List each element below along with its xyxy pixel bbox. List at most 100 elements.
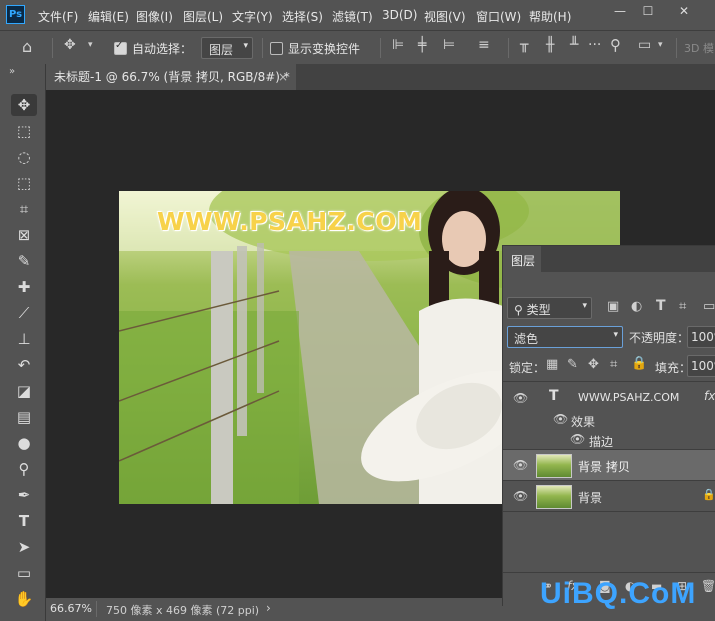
delete-layer-icon[interactable]: 🗑 [701,579,715,593]
workspace-icon[interactable]: ▭ [638,37,651,53]
distribute-icon[interactable]: ≡ [478,37,490,53]
layer-row-background-copy[interactable]: 👁 背景 拷贝 [503,450,715,480]
menu-bar: Ps 文件(F) 编辑(E) 图像(I) 图层(L) 文字(Y) 选择(S) 滤… [0,0,715,30]
filter-pixel-icon[interactable]: ▣ [607,299,619,314]
move-tool-icon[interactable]: ✥ [11,94,37,116]
quick-select-tool-icon[interactable]: ⬚ [11,172,37,194]
lock-icon: 🔒 [702,488,715,501]
auto-select-checkbox[interactable] [114,40,127,55]
align-left-icon[interactable]: ⊫ [392,37,404,53]
chevron-down-icon[interactable]: ▾ [658,40,663,50]
align-center-icon[interactable]: ╪ [418,37,426,53]
close-window-button[interactable]: ✕ [676,4,692,20]
align-right-icon[interactable]: ⊨ [443,37,455,53]
healing-brush-icon[interactable]: ✚ [11,276,37,298]
dodge-tool-icon[interactable]: ⚲ [11,458,37,480]
chevron-down-icon: ▾ [613,330,618,340]
brush-tool-icon[interactable]: ⟋ [11,302,37,324]
lock-all-icon[interactable]: 🔒 [631,356,647,371]
layer-name: WWW.PSAHZ.COM [578,391,680,404]
fill-field[interactable]: 100% [687,355,715,377]
layers-tab[interactable]: 图层 [503,246,541,272]
hand-tool-icon[interactable]: ✋ [11,588,37,610]
layer-effects-row[interactable]: 👁 效果 [503,409,715,429]
visibility-eye-icon[interactable]: 👁 [513,489,528,503]
tab-close-icon[interactable]: × [278,64,288,90]
layers-panel: 图层 ⚲ 类型 ▾ ▣ ◐ T ⌗ ▭ 滤色 ▾ 不透明度： 100% 锁定： … [502,245,715,607]
menu-window[interactable]: 窗口(W) [476,8,521,25]
move-tool-icon[interactable]: ✥ [64,37,76,53]
blend-mode-dropdown[interactable]: 滤色 ▾ [507,326,623,348]
auto-select-target-dropdown[interactable]: 图层 ▾ [201,37,253,59]
eyedropper-tool-icon[interactable]: ✎ [11,250,37,272]
maximize-button[interactable]: ☐ [640,4,656,20]
eraser-tool-icon[interactable]: ◪ [11,380,37,402]
marquee-tool-icon[interactable]: ⬚ [11,120,37,142]
align-middle-icon[interactable]: ╫ [546,37,554,53]
menu-image[interactable]: 图像(I) [136,8,173,25]
visibility-eye-icon[interactable]: 👁 [513,391,528,405]
layer-row-background[interactable]: 👁 背景 🔒 [503,481,715,511]
menu-select[interactable]: 选择(S) [282,8,323,25]
gradient-tool-icon[interactable]: ▤ [11,406,37,428]
pen-tool-icon[interactable]: ✒ [11,484,37,506]
menu-layer[interactable]: 图层(L) [183,8,223,25]
visibility-eye-icon[interactable]: 👁 [513,458,528,472]
crop-tool-icon[interactable]: ⌗ [11,198,37,220]
lock-artboard-icon[interactable]: ⌗ [610,357,617,372]
menu-edit[interactable]: 编辑(E) [88,8,129,25]
type-tool-icon[interactable]: T [11,510,37,532]
lock-transparent-icon[interactable]: ▦ [546,357,558,372]
filter-type-icon[interactable]: T [656,298,666,314]
menu-filter[interactable]: 滤镜(T) [332,8,373,25]
lock-label: 锁定： [509,361,546,375]
minimize-button[interactable]: — [612,4,628,20]
filter-shape-icon[interactable]: ⌗ [679,299,686,314]
site-watermark: UiBQ.CoM [540,577,697,610]
stamp-tool-icon[interactable]: ⊥ [11,328,37,350]
layer-effect-stroke-row[interactable]: 👁 描边 [503,429,715,449]
visibility-eye-icon[interactable]: 👁 [570,432,585,446]
chevron-down-icon[interactable]: ▾ [88,40,93,50]
lasso-tool-icon[interactable]: ◌ [11,146,37,168]
path-select-tool-icon[interactable]: ➤ [11,536,37,558]
align-bottom-icon[interactable]: ╨ [570,37,578,53]
history-brush-icon[interactable]: ↶ [11,354,37,376]
layer-thumbnail [536,454,572,478]
menu-view[interactable]: 视图(V) [424,8,466,25]
rectangle-tool-icon[interactable]: ▭ [11,562,37,584]
blur-tool-icon[interactable]: ● [11,432,37,454]
search-icon[interactable]: ⚲ [610,36,621,54]
zoom-level[interactable]: 66.67% [50,602,92,615]
menu-3d[interactable]: 3D(D) [382,8,417,22]
align-top-icon[interactable]: ╥ [520,37,528,53]
opacity-field[interactable]: 100% [687,326,715,348]
layer-filter-dropdown[interactable]: ⚲ 类型 ▾ [507,297,592,319]
filter-adjustment-icon[interactable]: ◐ [631,299,642,314]
fx-icon[interactable]: fx [704,389,715,403]
document-tab[interactable]: 未标题-1 @ 66.7% (背景 拷贝, RGB/8#) * × [46,64,296,90]
lock-position-icon[interactable]: ✥ [588,357,599,372]
3d-mode-label: 3D 模 [684,42,714,55]
document-tab-title: 未标题-1 @ 66.7% (背景 拷贝, RGB/8#) * [54,70,290,84]
fill-label: 填充： [655,361,692,375]
show-transform-checkbox[interactable] [270,42,283,55]
menu-file[interactable]: 文件(F) [38,8,78,25]
expand-panel-icon[interactable]: » [9,66,15,77]
status-menu-arrow[interactable]: › [266,601,271,615]
visibility-eye-icon[interactable]: 👁 [553,412,568,426]
auto-select-label: 自动选择： [132,42,193,56]
text-layer-icon: T [549,388,559,404]
home-icon[interactable]: ⌂ [22,37,32,56]
lock-pixels-icon[interactable]: ✎ [567,357,578,372]
layers-tab-label: 图层 [511,254,536,268]
filter-smart-object-icon[interactable]: ▭ [703,299,715,314]
document-info: 750 像素 x 469 像素 (72 ppi) [106,604,260,617]
options-bar: ⌂ ✥ ▾ 自动选择： 图层 ▾ 显示变换控件 ⊫ ╪ ⊨ ≡ ╥ ╫ ╨ ··… [0,30,715,65]
more-options-icon[interactable]: ··· [588,37,601,53]
frame-tool-icon[interactable]: ⊠ [11,224,37,246]
filter-kind-value: 类型 [526,303,551,317]
menu-help[interactable]: 帮助(H) [529,8,571,25]
layer-thumbnail [536,485,572,509]
menu-type[interactable]: 文字(Y) [232,8,273,25]
